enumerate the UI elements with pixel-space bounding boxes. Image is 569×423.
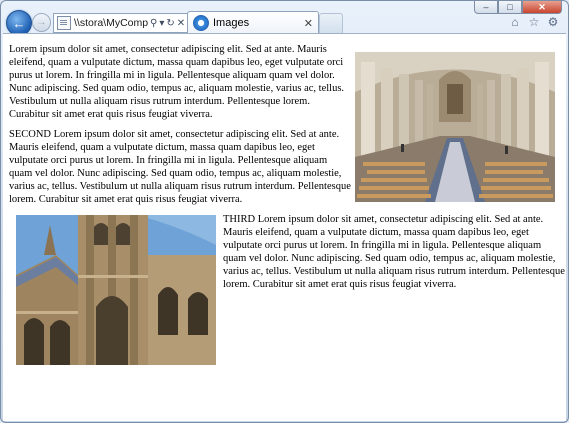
dropdown-icon[interactable]: ▾ (159, 18, 164, 29)
browser-window: – □ ✕ ← → \\stora\MyComput ⚲ ▾ ↻ ✕ Image… (0, 0, 569, 423)
navigation-toolbar: ← → \\stora\MyComput ⚲ ▾ ↻ ✕ Images ✕ ⌂ … (1, 7, 568, 36)
page-content: Lorem ipsum dolor sit amet, consectetur … (3, 33, 566, 421)
paragraph-2: SECOND Lorem ipsum dolor sit amet, conse… (9, 129, 351, 205)
tab-images[interactable]: Images ✕ (187, 11, 319, 34)
forward-button[interactable]: → (32, 13, 51, 32)
address-url[interactable]: \\stora\MyComput (74, 17, 148, 29)
new-tab-button[interactable] (319, 13, 343, 33)
gear-icon[interactable]: ⚙ (546, 15, 560, 29)
refresh-icon[interactable]: ↻ (166, 18, 174, 29)
page-icon (57, 16, 71, 30)
back-arrow-icon: ← (12, 15, 26, 31)
cathedral-exterior-image (16, 215, 216, 365)
tab-title: Images (213, 17, 250, 29)
favorites-star-icon[interactable]: ☆ (527, 15, 541, 29)
paragraph-3: THIRD Lorem ipsum dolor sit amet, consec… (223, 214, 565, 290)
tab-close-icon[interactable]: ✕ (304, 17, 313, 30)
forward-arrow-icon: → (36, 17, 47, 28)
home-icon[interactable]: ⌂ (508, 15, 522, 29)
search-icon[interactable]: ⚲ (150, 18, 157, 29)
paragraph-1: Lorem ipsum dolor sit amet, consectetur … (9, 44, 345, 120)
address-bar[interactable]: \\stora\MyComput ⚲ ▾ ↻ ✕ (53, 13, 195, 33)
cathedral-interior-image (355, 52, 555, 202)
ie-icon (193, 15, 209, 31)
command-icons: ⌂ ☆ ⚙ (508, 15, 560, 29)
stop-icon[interactable]: ✕ (177, 18, 185, 29)
